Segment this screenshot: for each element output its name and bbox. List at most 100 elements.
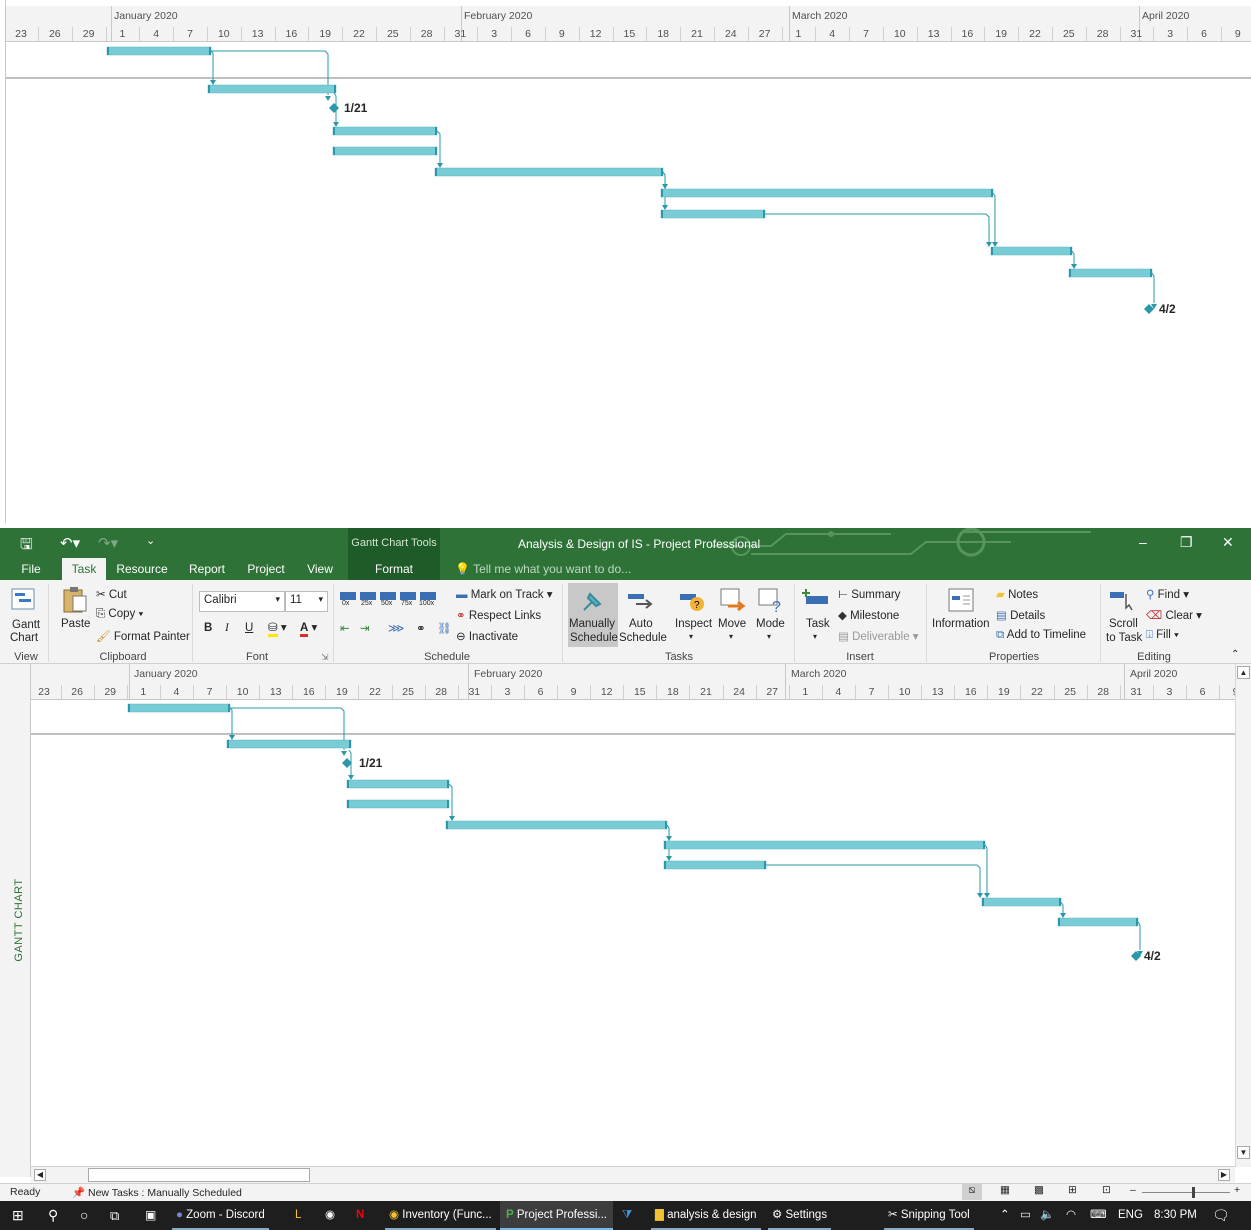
task-bar[interactable] bbox=[332, 146, 438, 156]
gantt-chart-button[interactable]: Gantt bbox=[12, 619, 40, 631]
clear-button[interactable]: ⌫ Clear ▾ bbox=[1146, 608, 1202, 622]
view-shortcut-task-usage-icon[interactable]: ▦ bbox=[1000, 1184, 1010, 1196]
copy-button[interactable]: ⎘ Copy ▾ bbox=[96, 608, 143, 621]
task-bar[interactable] bbox=[660, 188, 994, 198]
taskbar-app-chrome[interactable]: ◉ Inventory (Func... bbox=[385, 1201, 496, 1230]
taskbar-app-snipping[interactable]: ✂ Snipping Tool bbox=[884, 1201, 974, 1230]
auto-schedule-button-l2[interactable]: Schedule bbox=[619, 632, 667, 644]
task-bar[interactable] bbox=[1068, 268, 1153, 278]
minimize-button[interactable]: – bbox=[1139, 534, 1147, 550]
add-to-timeline-button[interactable]: ⧉ Add to Timeline bbox=[996, 629, 1086, 642]
link-tasks-icon[interactable]: ⚭ bbox=[416, 621, 426, 635]
tab-file[interactable]: File bbox=[12, 558, 50, 580]
pct-0-button[interactable]: 0x bbox=[342, 600, 349, 607]
restore-button[interactable]: ❐ bbox=[1180, 534, 1193, 551]
redo-icon[interactable]: ↷▾ bbox=[98, 534, 118, 552]
scroll-left-button[interactable]: ◀ bbox=[34, 1169, 46, 1181]
font-dialog-launcher-icon[interactable]: ⇲ bbox=[321, 652, 329, 663]
notes-button[interactable]: ▰ Notes bbox=[996, 587, 1038, 601]
collapse-ribbon-icon[interactable]: ⌃ bbox=[1231, 649, 1239, 660]
task-bar[interactable] bbox=[226, 739, 352, 749]
gantt-chart-main[interactable]: January 2020 February 2020 March 2020 Ap… bbox=[31, 664, 1235, 1167]
wifi-icon[interactable]: ◠ bbox=[1066, 1201, 1076, 1230]
find-button[interactable]: ⚲ Find ▾ bbox=[1146, 587, 1189, 601]
cut-button[interactable]: ✂ Cut bbox=[96, 587, 127, 601]
vscode-icon[interactable]: ⧩ bbox=[622, 1201, 632, 1230]
insert-task-button[interactable]: Task bbox=[806, 618, 830, 630]
inspect-dropdown-icon[interactable]: ▾ bbox=[689, 632, 693, 641]
scroll-down-button[interactable]: ▼ bbox=[1237, 1146, 1250, 1159]
task-bar[interactable] bbox=[127, 703, 231, 713]
unlink-tasks-icon[interactable]: ⛓ bbox=[437, 621, 452, 635]
view-shortcut-team-planner-icon[interactable]: ▩ bbox=[1034, 1184, 1044, 1196]
customize-qat-icon[interactable]: ⌄ bbox=[146, 534, 155, 547]
bold-button[interactable]: B bbox=[204, 622, 212, 634]
pct-25-button[interactable]: 25x bbox=[361, 600, 372, 607]
font-size-dropdown[interactable]: 11 ▾ bbox=[285, 591, 328, 612]
scroll-up-button[interactable]: ▲ bbox=[1237, 666, 1250, 679]
task-bar[interactable] bbox=[990, 246, 1073, 256]
cortana-icon[interactable]: ○ bbox=[80, 1201, 88, 1230]
pct-100-button[interactable]: 100x bbox=[419, 600, 434, 607]
fill-button[interactable]: ⍗ Fill ▾ bbox=[1146, 629, 1179, 642]
highlight-color-button[interactable]: ⛁ ▾ bbox=[268, 620, 287, 637]
scroll-to-task-button-l2[interactable]: to Task bbox=[1106, 632, 1142, 644]
view-shortcut-resource-sheet-icon[interactable]: ⊞ bbox=[1068, 1184, 1077, 1196]
tab-project[interactable]: Project bbox=[240, 558, 292, 580]
font-family-dropdown[interactable]: Calibri ▾ bbox=[199, 591, 285, 612]
close-button[interactable]: ✕ bbox=[1222, 534, 1234, 551]
clock[interactable]: 8:30 PM bbox=[1154, 1201, 1197, 1230]
tab-format[interactable]: Format bbox=[348, 558, 440, 580]
mode-dropdown-icon[interactable]: ▾ bbox=[767, 632, 771, 641]
view-shortcut-report-icon[interactable]: ⊡ bbox=[1102, 1184, 1111, 1196]
insert-task-dropdown-icon[interactable]: ▾ bbox=[813, 632, 817, 641]
outdent-icon[interactable]: ⇤ bbox=[340, 621, 350, 635]
indent-icon[interactable]: ⇥ bbox=[360, 621, 370, 635]
task-bar[interactable] bbox=[663, 840, 986, 850]
task-bar[interactable] bbox=[663, 860, 767, 870]
tab-task[interactable]: Task bbox=[62, 558, 106, 581]
tab-view[interactable]: View bbox=[300, 558, 340, 580]
task-bar[interactable] bbox=[106, 46, 212, 56]
zoom-in-button[interactable]: + bbox=[1234, 1184, 1240, 1196]
task-bar[interactable] bbox=[434, 167, 664, 177]
task-bar[interactable] bbox=[207, 84, 337, 94]
task-bar[interactable] bbox=[1057, 917, 1139, 927]
netflix-icon[interactable]: N bbox=[356, 1201, 364, 1230]
tray-chevron-icon[interactable]: ⌃ bbox=[1000, 1201, 1010, 1230]
action-center-icon[interactable]: 🗨 bbox=[1212, 1201, 1230, 1230]
app-icon[interactable]: ◉ bbox=[325, 1201, 335, 1230]
task-bar[interactable] bbox=[660, 209, 766, 219]
information-button[interactable]: Information bbox=[932, 618, 990, 630]
volume-icon[interactable]: 🔈 bbox=[1040, 1201, 1054, 1230]
manually-schedule-button[interactable]: Manually bbox=[569, 618, 615, 630]
gantt-chart-button-l2[interactable]: Chart bbox=[10, 632, 38, 644]
undo-icon[interactable]: ↶▾ bbox=[60, 534, 80, 552]
new-tasks-mode[interactable]: 📌 New Tasks : Manually Scheduled bbox=[72, 1186, 242, 1199]
manually-schedule-button-l2[interactable]: Schedule bbox=[570, 632, 618, 644]
vertical-scrollbar[interactable]: ▲ ▼ bbox=[1235, 664, 1251, 1167]
league-icon[interactable]: L bbox=[295, 1201, 301, 1230]
tab-report[interactable]: Report bbox=[184, 558, 230, 580]
move-dropdown-icon[interactable]: ▾ bbox=[729, 632, 733, 641]
windows-start-icon[interactable]: ⊞ bbox=[12, 1201, 24, 1230]
mode-button[interactable]: Mode bbox=[756, 618, 785, 630]
font-color-button[interactable]: A ▾ bbox=[300, 620, 317, 637]
respect-links-button[interactable]: ⚭ Respect Links bbox=[456, 608, 541, 622]
scroll-to-task-button[interactable]: Scroll bbox=[1109, 618, 1138, 630]
scroll-thumb[interactable] bbox=[88, 1168, 310, 1182]
horizontal-scrollbar[interactable]: ◀ ▶ bbox=[31, 1166, 1235, 1183]
pct-75-button[interactable]: 75x bbox=[401, 600, 412, 607]
auto-schedule-button[interactable]: Auto bbox=[629, 618, 653, 630]
tab-resource[interactable]: Resource bbox=[112, 558, 172, 580]
gantt-chart-top-view[interactable]: January 2020 February 2020 March 2020 Ap… bbox=[5, 0, 1251, 523]
move-button[interactable]: Move bbox=[718, 618, 746, 630]
save-icon[interactable]: 🖫 bbox=[20, 534, 33, 558]
mark-on-track-button[interactable]: ▬ Mark on Track ▾ bbox=[456, 587, 553, 601]
paste-button[interactable]: Paste bbox=[61, 618, 90, 630]
taskbar-app-project[interactable]: P Project Professi... bbox=[500, 1201, 613, 1230]
taskbar-app-explorer[interactable]: ▇ analysis & design bbox=[651, 1201, 761, 1230]
task-bar[interactable] bbox=[346, 799, 450, 809]
scroll-right-button[interactable]: ▶ bbox=[1218, 1169, 1230, 1181]
deliverable-button[interactable]: ▤ Deliverable ▾ bbox=[838, 629, 919, 643]
